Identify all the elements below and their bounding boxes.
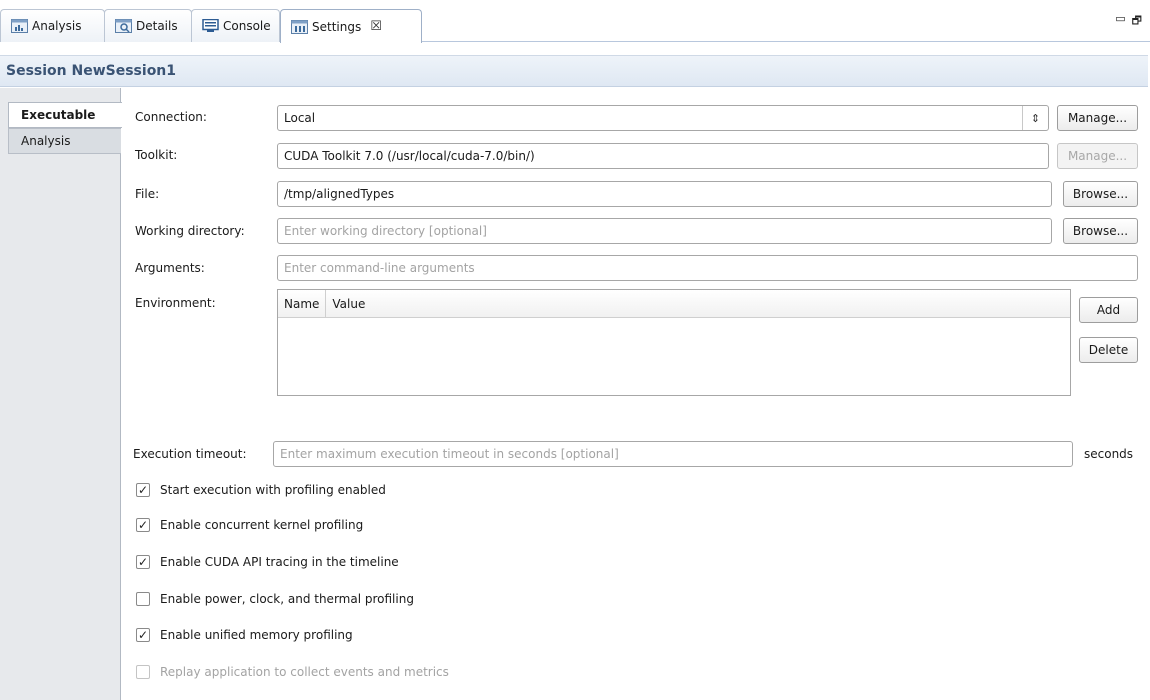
execution-timeout-field[interactable]: Enter maximum execution timeout in secon…	[273, 441, 1073, 467]
tab-label: Details	[136, 19, 178, 33]
checkbox-replay-application[interactable]: Replay application to collect events and…	[136, 665, 449, 679]
toolkit-label: Toolkit:	[135, 148, 178, 162]
environment-label: Environment:	[135, 296, 216, 310]
checkbox-box[interactable]: ✓	[136, 628, 150, 642]
checkbox-box[interactable]: ✓	[136, 555, 150, 569]
checkbox-box[interactable]: ✓	[136, 483, 150, 497]
connection-label: Connection:	[135, 110, 207, 124]
toolkit-manage-button[interactable]: Manage...	[1057, 143, 1138, 169]
editor-tab-bar: Analysis Details Console Settings ☒ ▭ 🗗	[0, 0, 1150, 43]
connection-combo[interactable]: Local ⇕	[277, 105, 1049, 131]
column-header-value[interactable]: Value	[326, 290, 371, 317]
checkbox-label: Replay application to collect events and…	[160, 665, 449, 679]
environment-delete-button[interactable]: Delete	[1079, 337, 1138, 363]
arguments-field[interactable]: Enter command-line arguments	[277, 255, 1138, 281]
checkbox-start-profiling[interactable]: ✓ Start execution with profiling enabled	[136, 483, 386, 497]
checkbox-unified-memory[interactable]: ✓ Enable unified memory profiling	[136, 628, 353, 642]
details-icon	[115, 19, 132, 33]
checkbox-label: Enable unified memory profiling	[160, 628, 353, 642]
checkbox-concurrent-kernel[interactable]: ✓ Enable concurrent kernel profiling	[136, 518, 363, 532]
checkbox-box[interactable]: ✓	[136, 518, 150, 532]
analysis-icon	[11, 19, 28, 33]
console-icon	[202, 18, 219, 33]
tab-settings[interactable]: Settings ☒	[280, 9, 422, 43]
arguments-label: Arguments:	[135, 261, 205, 275]
checkbox-label: Enable power, clock, and thermal profili…	[160, 592, 414, 606]
checkbox-box[interactable]	[136, 592, 150, 606]
connection-manage-button[interactable]: Manage...	[1057, 105, 1138, 131]
checkbox-label: Start execution with profiling enabled	[160, 483, 386, 497]
tab-label: Settings	[312, 19, 362, 34]
environment-add-button[interactable]: Add	[1079, 297, 1138, 323]
side-tab-panel: Executable Analysis	[0, 88, 122, 700]
sidetab-executable[interactable]: Executable	[8, 102, 122, 128]
toolkit-field[interactable]: CUDA Toolkit 7.0 (/usr/local/cuda-7.0/bi…	[277, 143, 1049, 169]
checkbox-label: Enable concurrent kernel profiling	[160, 518, 364, 532]
minimize-icon[interactable]: ▭	[1115, 12, 1125, 31]
file-browse-button[interactable]: Browse...	[1063, 181, 1138, 207]
checkbox-cuda-api-tracing[interactable]: ✓ Enable CUDA API tracing in the timelin…	[136, 555, 399, 569]
file-label: File:	[135, 187, 160, 201]
tab-label: Analysis	[32, 19, 82, 33]
seconds-unit-label: seconds	[1084, 447, 1134, 461]
window-controls: ▭ 🗗	[1115, 12, 1142, 31]
environment-table[interactable]: Name Value	[277, 289, 1071, 396]
combo-spinner-icon[interactable]: ⇕	[1022, 106, 1048, 130]
sidetab-analysis[interactable]: Analysis	[8, 128, 121, 154]
tab-label: Console	[223, 19, 271, 33]
working-directory-label: Working directory:	[135, 224, 245, 238]
tab-analysis[interactable]: Analysis	[0, 9, 105, 42]
execution-timeout-label: Execution timeout:	[133, 447, 247, 461]
column-header-name[interactable]: Name	[278, 290, 327, 317]
session-header: Session NewSession1	[0, 55, 1148, 87]
checkbox-power-clock-thermal[interactable]: Enable power, clock, and thermal profili…	[136, 592, 414, 606]
file-field[interactable]: /tmp/alignedTypes	[277, 181, 1052, 207]
working-directory-field[interactable]: Enter working directory [optional]	[277, 218, 1052, 244]
settings-icon	[291, 19, 308, 34]
close-tab-icon[interactable]: ☒	[370, 19, 382, 34]
restore-icon[interactable]: 🗗	[1132, 12, 1142, 31]
session-title: Session NewSession1	[6, 63, 177, 79]
environment-table-header: Name Value	[278, 290, 1070, 318]
connection-value: Local	[284, 111, 316, 125]
checkbox-box[interactable]	[136, 665, 150, 679]
working-directory-browse-button[interactable]: Browse...	[1063, 218, 1138, 244]
checkbox-label: Enable CUDA API tracing in the timeline	[160, 555, 399, 569]
tab-console[interactable]: Console	[191, 9, 280, 42]
tab-details[interactable]: Details	[104, 9, 192, 42]
